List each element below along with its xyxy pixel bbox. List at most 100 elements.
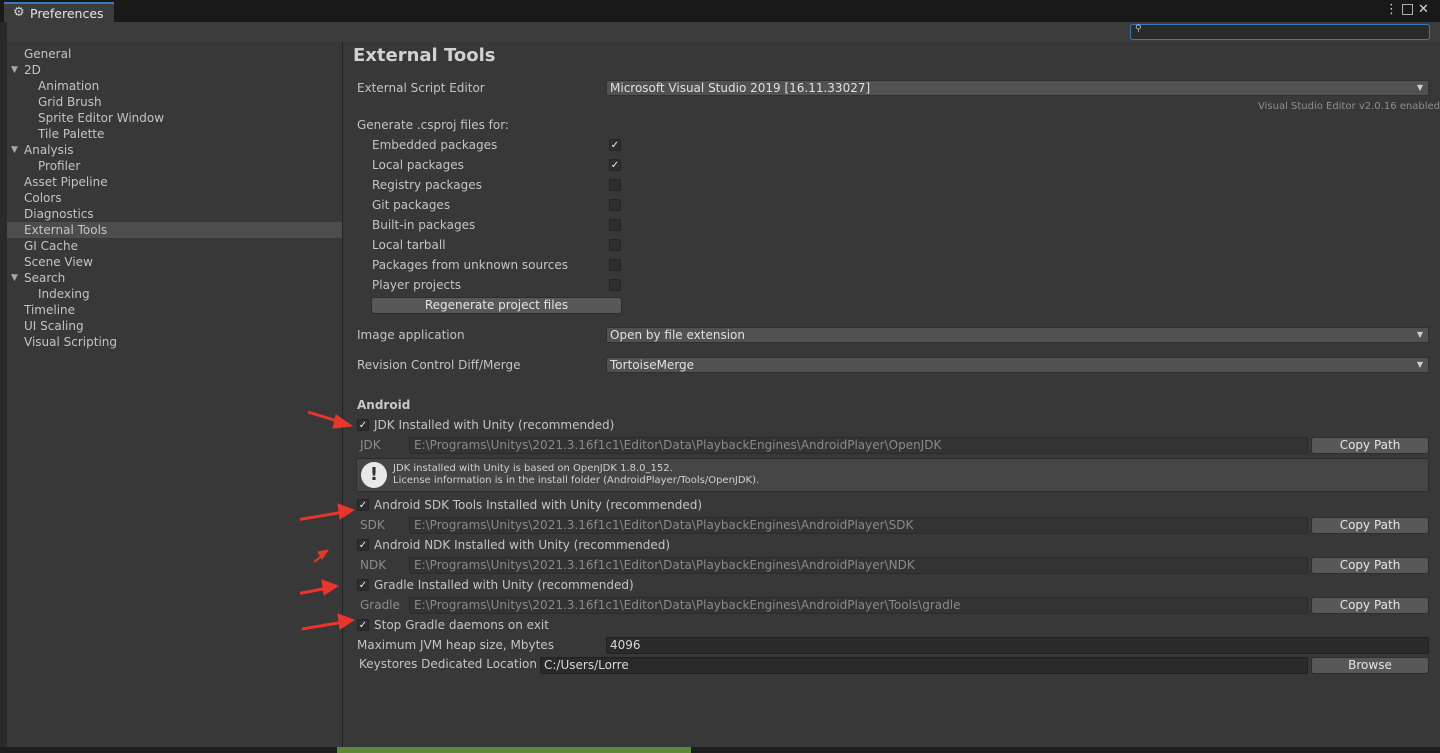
sidebar-item-label: Grid Brush [38,95,102,109]
android-header: Android [357,398,411,412]
jdk-path-field[interactable]: E:\Programs\Unitys\2021.3.16f1c1\Editor\… [409,437,1308,454]
csproj-option-checkbox[interactable] [609,179,621,191]
image-app-dropdown[interactable]: Open by file extension ▼ [606,327,1429,343]
csproj-option-checkbox[interactable] [609,279,621,291]
csproj-option-label: Player projects [372,278,462,292]
annotation-arrows [300,410,356,631]
sidebar-item-analysis[interactable]: ▼ Analysis [7,142,342,158]
csproj-option-checkbox[interactable]: ✓ [609,139,621,151]
jdk-copy-path-button[interactable]: Copy Path [1311,437,1429,454]
image-app-value: Open by file extension [610,328,745,342]
chevron-down-icon: ▼ [1416,83,1423,92]
sidebar-item-2d[interactable]: ▼ 2D [7,62,342,78]
csproj-option-checkbox[interactable] [609,239,621,251]
expand-arrow-icon[interactable]: ▼ [11,270,18,286]
csproj-option-label: Packages from unknown sources [372,258,568,272]
sidebar-item-label: Visual Scripting [24,335,117,349]
csproj-option-checkbox[interactable] [609,259,621,271]
sidebar-item-tile-palette[interactable]: Tile Palette [7,126,342,142]
sidebar-item-animation[interactable]: Animation [7,78,342,94]
sidebar-item-label: Sprite Editor Window [38,111,165,125]
jvm-heap-input[interactable]: 4096 [606,637,1429,654]
gradle-copy-path-button[interactable]: Copy Path [1311,597,1429,614]
ndk-path-field[interactable]: E:\Programs\Unitys\2021.3.16f1c1\Editor\… [409,557,1308,574]
sidebar-item-external-tools[interactable]: External Tools [7,222,342,238]
ndk-copy-path-button[interactable]: Copy Path [1311,557,1429,574]
expand-arrow-icon[interactable]: ▼ [11,142,18,158]
gradle-toggle-label: Gradle Installed with Unity (recommended… [374,578,634,592]
scene-view-strip [337,747,691,753]
script-editor-value: Microsoft Visual Studio 2019 [16.11.3302… [610,81,871,95]
csproj-option-label: Registry packages [372,178,482,192]
sidebar-item-gi-cache[interactable]: GI Cache [7,238,342,254]
browse-button[interactable]: Browse [1311,657,1429,674]
script-editor-label: External Script Editor [357,81,485,95]
sidebar-item-colors[interactable]: Colors [7,190,342,206]
csproj-option-checkbox[interactable] [609,199,621,211]
title-bar [0,0,1440,22]
expand-arrow-icon[interactable]: ▼ [11,62,18,78]
sidebar-item-ui-scaling[interactable]: UI Scaling [7,318,342,334]
revision-dropdown[interactable]: TortoiseMerge ▼ [606,357,1429,373]
csproj-label: Generate .csproj files for: [357,118,509,132]
sidebar-item-label: Indexing [38,287,90,301]
sidebar-item-label: GI Cache [24,239,78,253]
sidebar-item-timeline[interactable]: Timeline [7,302,342,318]
tab-preferences[interactable]: ⚙ Preferences [4,2,114,22]
chevron-down-icon: ▼ [1416,330,1423,339]
csproj-option-checkbox[interactable] [609,219,621,231]
sidebar-item-label: 2D [24,63,41,77]
image-app-label: Image application [357,328,465,342]
ndk-toggle-label: Android NDK Installed with Unity (recomm… [374,538,671,552]
regenerate-button[interactable]: Regenerate project files [371,297,622,314]
sdk-field-label: SDK [360,518,385,532]
warning-icon: ! [361,462,387,488]
keystores-path-field[interactable]: C:/Users/Lorre [540,657,1308,674]
csproj-option-label: Built-in packages [372,218,476,232]
jdk-toggle-label: JDK Installed with Unity (recommended) [374,418,615,432]
revision-value: TortoiseMerge [610,358,695,372]
search-input[interactable]: ⚲ [1130,24,1430,40]
sidebar-item-label: Analysis [24,143,74,157]
sidebar-item-label: Tile Palette [38,127,105,141]
gradle-path-field[interactable]: E:\Programs\Unitys\2021.3.16f1c1\Editor\… [409,597,1308,614]
sidebar-item-sprite-editor-window[interactable]: Sprite Editor Window [7,110,342,126]
close-icon[interactable]: ✕ [1418,2,1429,17]
sidebar-item-diagnostics[interactable]: Diagnostics [7,206,342,222]
sidebar-item-label: General [24,47,72,61]
sidebar-item-label: External Tools [24,223,108,237]
sidebar: General ▼ 2D Animation Grid Brush Sprite Edit… [7,42,343,747]
maximize-icon[interactable]: □ [1401,1,1414,17]
jdk-help-box: ! JDK installed with Unity is based on O… [356,458,1429,492]
sidebar-item-visual-scripting[interactable]: Visual Scripting [7,334,342,350]
chevron-down-icon: ▼ [1416,360,1423,369]
sidebar-item-scene-view[interactable]: Scene View [7,254,342,270]
sidebar-item-profiler[interactable]: Profiler [7,158,342,174]
sidebar-item-asset-pipeline[interactable]: Asset Pipeline [7,174,342,190]
sidebar-item-search[interactable]: ▼ Search [7,270,342,286]
stop-gradle-label: Stop Gradle daemons on exit [374,618,549,632]
gradle-field-label: Gradle [360,598,400,612]
search-icon: ⚲ [1135,24,1142,34]
sidebar-item-label: Asset Pipeline [24,175,108,189]
sdk-path-field[interactable]: E:\Programs\Unitys\2021.3.16f1c1\Editor\… [409,517,1308,534]
sidebar-item-label: Search [24,271,66,285]
jvm-heap-label: Maximum JVM heap size, Mbytes [357,638,554,652]
sidebar-item-general[interactable]: General [7,46,342,62]
csproj-option-checkbox[interactable]: ✓ [609,159,621,171]
script-editor-dropdown[interactable]: Microsoft Visual Studio 2019 [16.11.3302… [606,80,1429,96]
page-title: External Tools [353,45,496,66]
revision-label: Revision Control Diff/Merge [357,358,521,372]
gear-icon: ⚙ [13,5,25,20]
sidebar-item-indexing[interactable]: Indexing [7,286,342,302]
sidebar-item-label: UI Scaling [24,319,84,333]
sdk-copy-path-button[interactable]: Copy Path [1311,517,1429,534]
bottom-strip [0,747,1440,753]
help-text-line1: JDK installed with Unity is based on Ope… [393,463,673,474]
tab-title: Preferences [30,6,104,21]
sidebar-item-grid-brush[interactable]: Grid Brush [7,94,342,110]
csproj-option-label: Local packages [372,158,464,172]
keystores-label: Keystores Dedicated Location [359,657,537,671]
sidebar-item-label: Colors [24,191,62,205]
more-menu-icon[interactable]: ⋮ [1385,2,1398,17]
